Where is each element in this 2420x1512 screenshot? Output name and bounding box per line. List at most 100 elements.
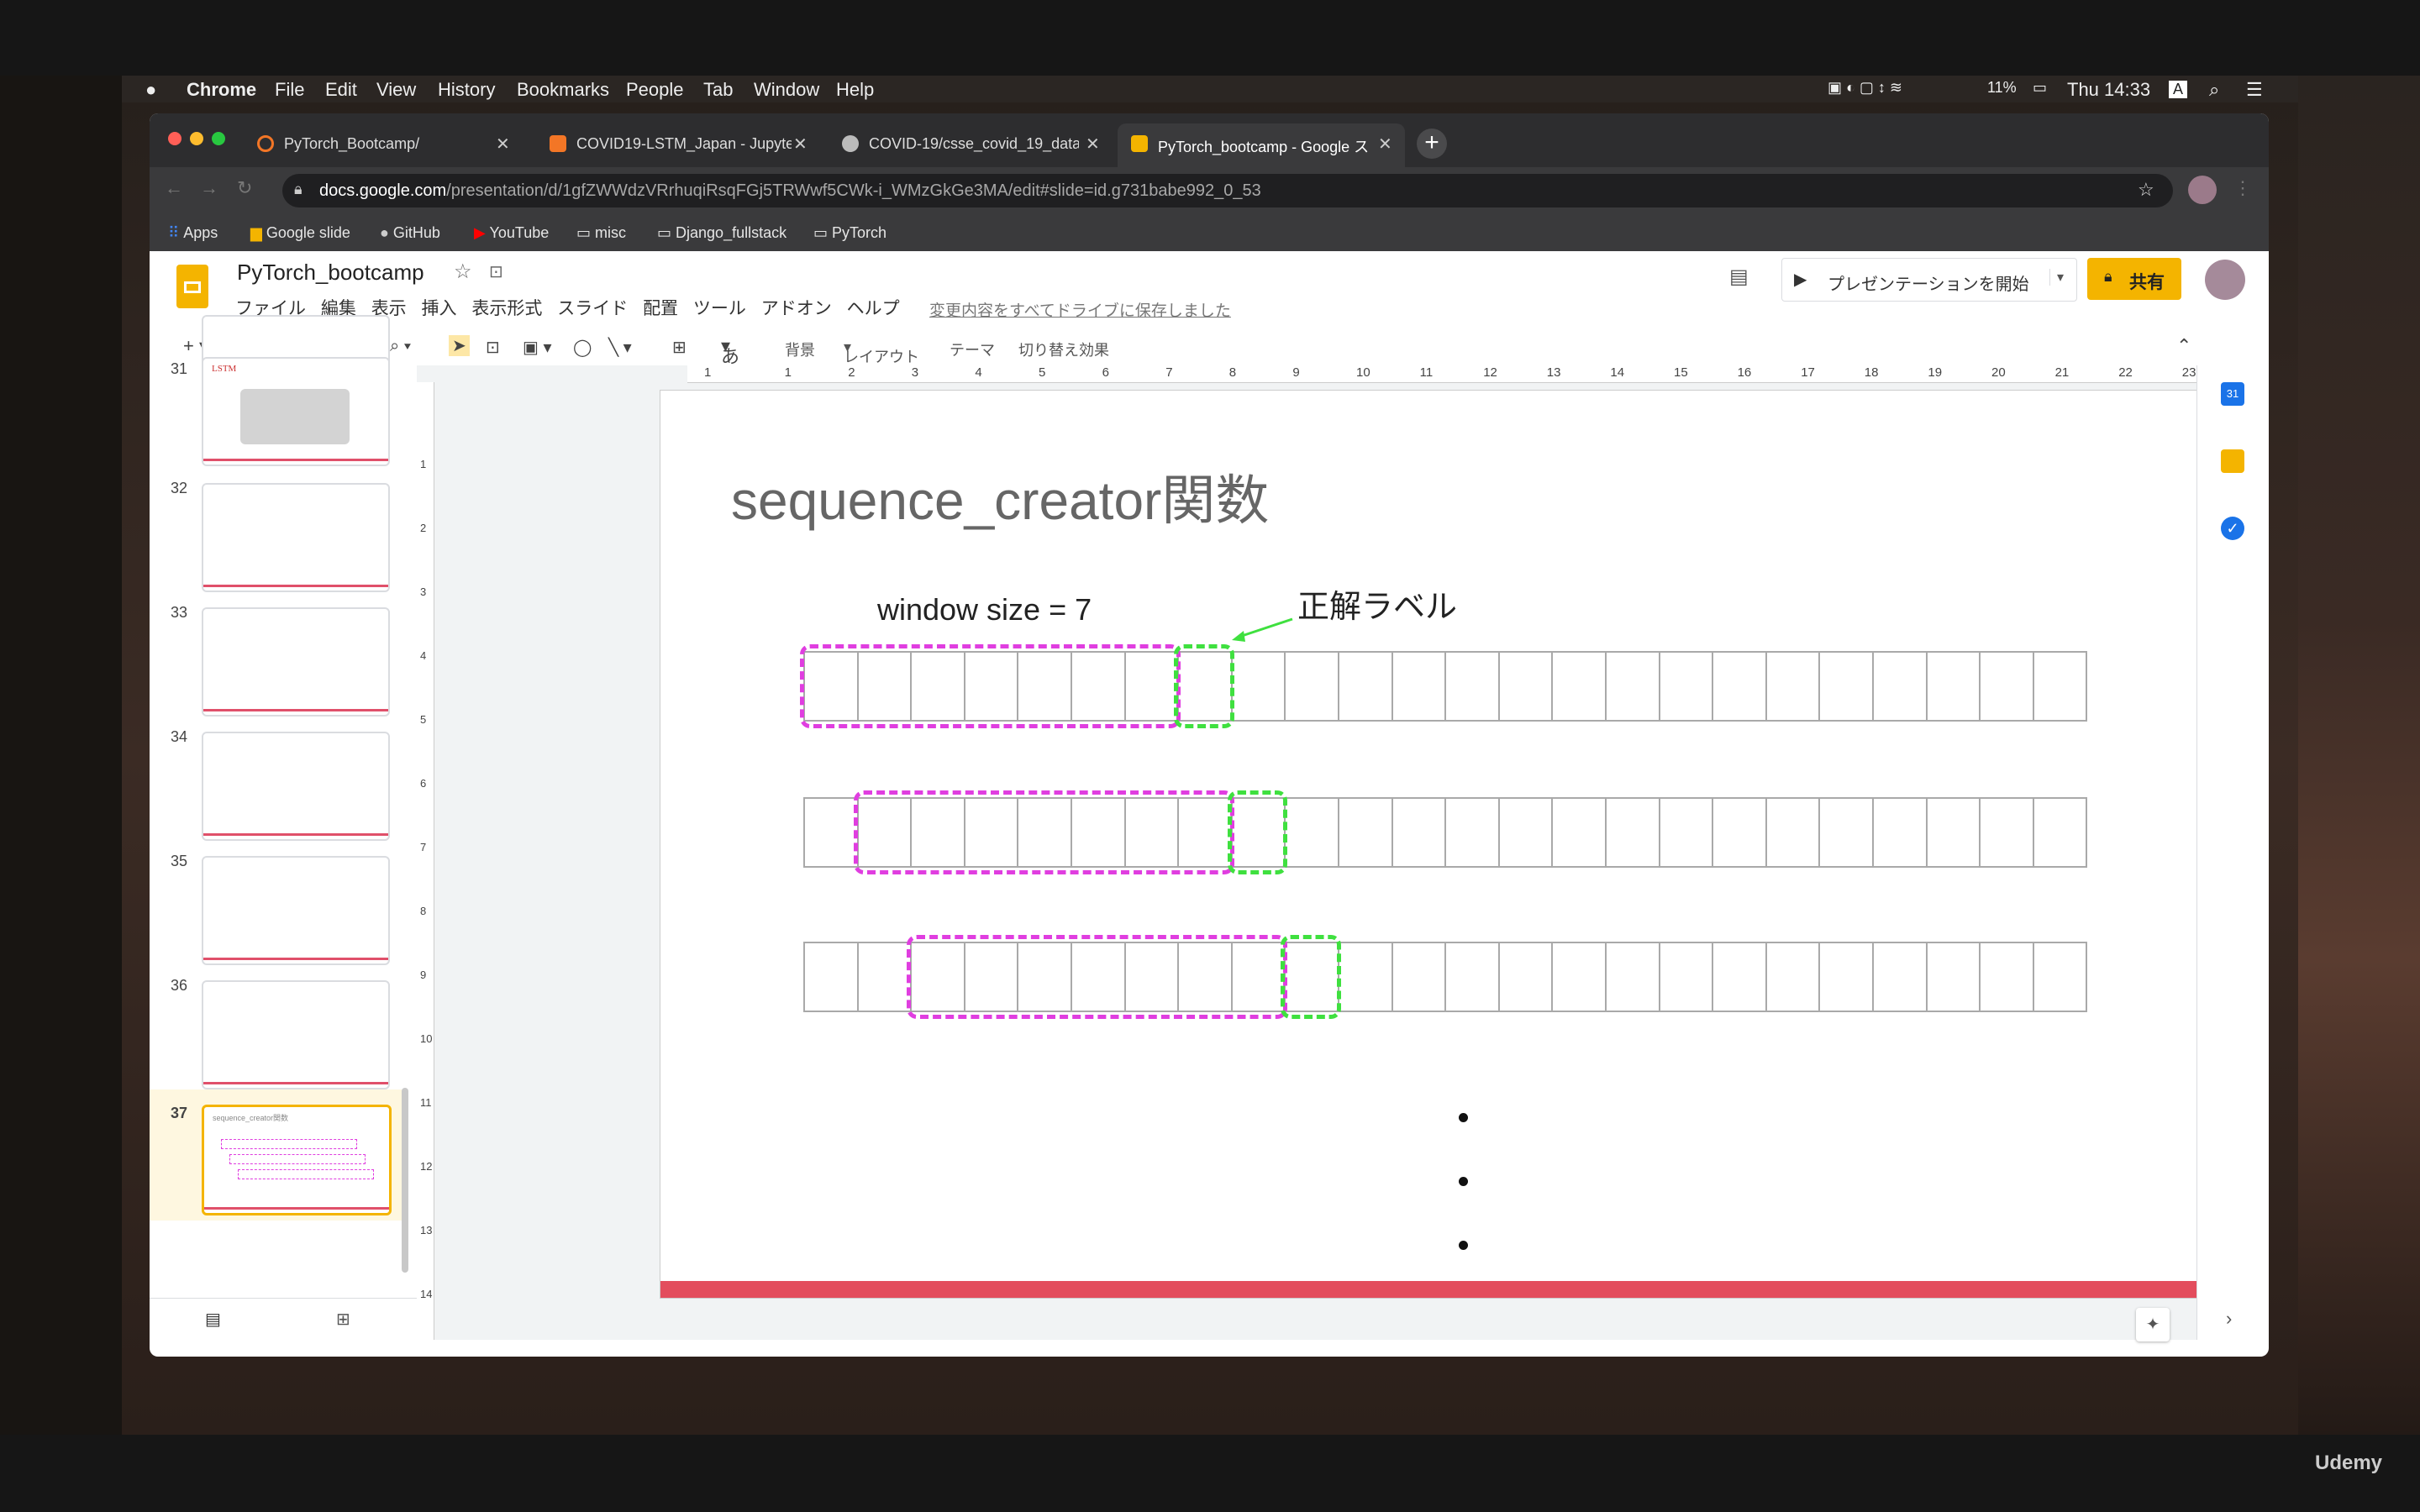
menubar-window[interactable]: Window <box>754 79 819 101</box>
tab-close-icon[interactable]: ✕ <box>793 134 808 155</box>
shape-icon[interactable]: ◯ <box>573 337 592 358</box>
comments-icon[interactable]: ▤ <box>1729 265 1749 289</box>
omnibox[interactable]: 🔒︎ docs.google.com/presentation/d/1gfZWW… <box>282 174 2173 207</box>
tab-covid19-github[interactable]: COVID-19/csse_covid_19_data/c ✕ <box>829 123 1113 167</box>
menu-insert[interactable]: 挿入 <box>422 299 457 318</box>
menu-arrange[interactable]: 配置 <box>643 299 678 318</box>
label-box[interactable] <box>1174 644 1234 728</box>
transition-button[interactable]: 切り替え効果 <box>1018 339 1109 360</box>
profile-avatar[interactable] <box>2188 176 2217 204</box>
bookmark-star-icon[interactable]: ☆ <box>2138 179 2154 201</box>
bookmark-folder-django[interactable]: ▭ Django_fullstack <box>657 224 786 242</box>
menubar-help[interactable]: Help <box>836 79 874 101</box>
slide-thumbnail-32[interactable] <box>202 483 390 592</box>
bookmark-google-slide[interactable]: ▆ Google slide <box>250 224 350 242</box>
slide-thumbnail-31[interactable]: LSTM <box>202 357 390 466</box>
battery-percent[interactable]: 11% <box>1987 79 2017 97</box>
slide-thumbnail-35[interactable] <box>202 856 390 965</box>
menu-tools[interactable]: ツール <box>693 299 746 318</box>
tab-close-icon[interactable]: ✕ <box>1378 134 1392 155</box>
save-status[interactable]: 変更内容をすべてドライブに保存しました <box>929 298 1231 321</box>
notification-center-icon[interactable]: ☰ <box>2246 79 2263 101</box>
menubar-tab[interactable]: Tab <box>703 79 733 101</box>
slide-thumbnail-36[interactable] <box>202 980 390 1089</box>
layout-button[interactable]: レイアウト ▾ <box>844 339 919 365</box>
menubar-history[interactable]: History <box>438 79 495 101</box>
thumb-accent-bar <box>203 459 388 461</box>
move-to-folder-icon[interactable]: ⊡ <box>489 261 503 282</box>
tasks-icon[interactable]: ✓ <box>2221 517 2244 540</box>
line-icon[interactable]: ╲ ▾ <box>608 337 632 358</box>
forward-icon[interactable]: → <box>200 177 218 199</box>
menubar-app-name[interactable]: Chrome <box>187 79 256 101</box>
present-dropdown-icon[interactable]: ▾ <box>2049 269 2064 286</box>
menubar-bookmarks[interactable]: Bookmarks <box>517 79 609 101</box>
keep-icon[interactable] <box>2221 449 2244 473</box>
menubar-file[interactable]: File <box>275 79 304 101</box>
tab-pytorch-bootcamp-jupyter[interactable]: PyTorch_Bootcamp/ ✕ <box>244 123 528 167</box>
slide-thumbnail-34[interactable] <box>202 732 390 841</box>
zoom-window-button[interactable] <box>212 132 225 145</box>
tab-close-icon[interactable]: ✕ <box>496 134 510 155</box>
clock[interactable]: Thu 14:33 <box>2067 79 2150 101</box>
reload-icon[interactable]: ↻ <box>237 177 252 199</box>
new-tab-button[interactable]: + <box>1417 129 1447 159</box>
chrome-menu-icon[interactable]: ⋮ <box>2233 177 2252 199</box>
zoom-icon[interactable]: ⌕ ▾ <box>390 337 411 356</box>
bookmark-apps[interactable]: ⠿ Apps <box>168 224 218 242</box>
bookmark-folder-misc[interactable]: ▭ misc <box>576 224 626 242</box>
ellipsis-dot <box>1459 1241 1468 1250</box>
grid-view-icon[interactable]: ⊞ <box>336 1309 350 1330</box>
calendar-icon[interactable]: 31 <box>2221 382 2244 406</box>
slide-thumbnail-33[interactable] <box>202 607 390 717</box>
status-icons[interactable]: ▣ ◐ ▢ ↕ ≋ <box>1828 79 1902 97</box>
minimize-window-button[interactable] <box>190 132 203 145</box>
insert-comment-icon[interactable]: ⊞ <box>672 337 687 358</box>
input-window-box[interactable] <box>853 790 1234 874</box>
text-box-icon[interactable]: ⊡ <box>486 337 500 358</box>
menubar-view[interactable]: View <box>376 79 416 101</box>
select-tool-icon[interactable]: ➤ <box>449 335 470 356</box>
doc-title[interactable]: PyTorch_bootcamp <box>237 260 424 286</box>
account-avatar[interactable] <box>2205 260 2245 300</box>
theme-button[interactable]: テーマ <box>950 339 995 360</box>
share-button[interactable]: 🔒︎ 共有 <box>2087 258 2181 300</box>
menubar-people[interactable]: People <box>626 79 684 101</box>
present-button[interactable]: ▶ プレゼンテーションを開始 ▾ <box>1781 258 2077 302</box>
menubar-edit[interactable]: Edit <box>325 79 357 101</box>
expand-panel-icon[interactable]: › <box>2226 1308 2232 1330</box>
tab-pytorch-bootcamp-slides[interactable]: PyTorch_bootcamp - Google ス ✕ <box>1118 123 1405 167</box>
filmstrip-view-icon[interactable]: ▤ <box>205 1309 221 1330</box>
tab-close-icon[interactable]: ✕ <box>1086 134 1100 155</box>
label-box[interactable] <box>1281 935 1341 1019</box>
tab-covid19-lstm-japan[interactable]: COVID19-LSTM_Japan - Jupyter ✕ <box>536 123 820 167</box>
udemy-watermark: Udemy <box>2315 1452 2383 1474</box>
slide-thumbnail-37[interactable]: sequence_creator関数 <box>202 1105 392 1215</box>
background-button[interactable]: 背景 <box>785 339 815 360</box>
menu-format[interactable]: 表示形式 <box>471 299 542 318</box>
bookmark-youtube[interactable]: ▶ YouTube <box>474 224 549 242</box>
image-icon[interactable]: ▣ ▾ <box>523 337 552 358</box>
label-box[interactable] <box>1227 790 1288 874</box>
input-window-box[interactable] <box>907 935 1288 1019</box>
input-source-indicator[interactable]: A <box>2169 81 2188 98</box>
back-icon[interactable]: ← <box>165 177 183 199</box>
lock-icon: 🔒︎ <box>2104 268 2112 285</box>
explore-button[interactable]: ✦ <box>2136 1308 2170 1341</box>
menu-help[interactable]: ヘルプ <box>847 299 900 318</box>
close-window-button[interactable] <box>168 132 182 145</box>
collapse-toolbar-icon[interactable]: ⌃ <box>2176 335 2191 357</box>
apple-icon[interactable]: ● <box>145 79 156 101</box>
menu-slide[interactable]: スライド <box>557 299 628 318</box>
star-icon[interactable]: ☆ <box>454 260 472 284</box>
slide-37[interactable]: sequence_creator関数 window size = 7 正解ラベル <box>660 391 2269 1298</box>
battery-icon[interactable]: ▭ <box>2033 79 2047 97</box>
filmstrip-scrollbar[interactable] <box>402 1088 408 1273</box>
menu-addons[interactable]: アドオン <box>761 299 832 318</box>
spotlight-icon[interactable]: ⌕ <box>2209 79 2219 101</box>
input-window-box[interactable] <box>800 644 1181 728</box>
bookmark-github[interactable]: ● GitHub <box>380 224 440 242</box>
bookmark-folder-pytorch[interactable]: ▭ PyTorch <box>813 224 886 242</box>
text-tool-icon[interactable]: あ ▾ <box>721 335 739 367</box>
google-slides-logo-icon[interactable] <box>176 265 208 308</box>
